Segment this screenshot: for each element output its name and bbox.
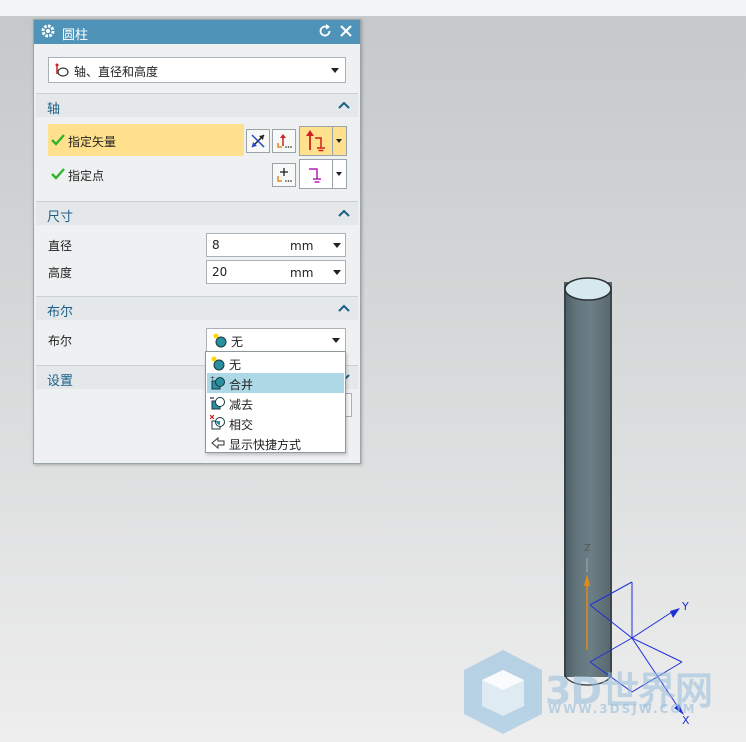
vector-dialog-button[interactable]	[272, 129, 296, 153]
point-type-split-button[interactable]	[299, 159, 347, 189]
boolean-label: 布尔	[48, 334, 73, 348]
cylinder-type-select[interactable]: 轴、直径和高度	[48, 57, 346, 83]
watermark-url: WWW.3DSJW.COM	[548, 702, 697, 716]
boolean-options-list[interactable]: 无 + 合并 减去 相交 显示快捷方式	[205, 351, 346, 453]
boolean-option-subtract[interactable]: 减去	[207, 393, 344, 413]
reverse-direction-icon	[251, 134, 265, 148]
watermark-logo-icon	[464, 650, 542, 734]
point-type-dropdown[interactable]	[332, 160, 346, 188]
height-field[interactable]: 20 mm	[206, 260, 346, 284]
specify-point-label: 指定点	[68, 169, 105, 183]
boolean-section-title: 布尔	[47, 305, 74, 320]
diameter-unit: mm	[290, 239, 314, 253]
boolean-option-none[interactable]: 无	[207, 353, 344, 373]
chevron-down-icon	[336, 172, 342, 176]
point-dialog-icon	[277, 168, 292, 182]
bool-none-icon	[211, 356, 225, 371]
height-value: 20	[212, 265, 228, 279]
z-axis-label: Z	[584, 543, 591, 554]
close-icon[interactable]	[338, 23, 354, 39]
point-type-main[interactable]	[300, 160, 332, 188]
vector-type-dropdown[interactable]	[332, 127, 346, 155]
bool-unite-icon: +	[210, 375, 225, 390]
chevron-down-icon[interactable]	[333, 270, 341, 275]
diameter-value: 8	[212, 238, 220, 252]
option-label: 减去	[229, 398, 254, 412]
point-type-icon	[309, 168, 321, 183]
settings-section-title: 设置	[47, 374, 74, 389]
chevron-down-icon	[331, 68, 339, 73]
boolean-selected-value: 无	[231, 335, 244, 349]
chevron-down-icon[interactable]	[333, 243, 341, 248]
boolean-select[interactable]: 无	[206, 328, 346, 352]
axis-section-title: 轴	[47, 102, 61, 117]
arrow-left-icon	[211, 436, 225, 450]
vector-type-main[interactable]	[300, 127, 332, 155]
chevron-down-icon	[336, 139, 342, 143]
check-icon	[51, 168, 65, 180]
reverse-direction-button[interactable]	[246, 129, 270, 153]
chevron-up-icon	[338, 304, 350, 312]
dimensions-section-header[interactable]: 尺寸	[36, 201, 358, 225]
top-toolbar-strip	[0, 0, 746, 17]
gear-icon	[41, 24, 55, 38]
option-label: 相交	[229, 418, 254, 432]
dimensions-section-title: 尺寸	[47, 210, 74, 225]
point-dialog-button[interactable]	[272, 163, 296, 187]
height-label: 高度	[48, 266, 73, 280]
boolean-option-show-shortcuts[interactable]: 显示快捷方式	[207, 433, 344, 453]
axis-diameter-height-icon	[55, 63, 69, 77]
chevron-up-icon	[338, 101, 350, 109]
specify-vector-label: 指定矢量	[68, 135, 117, 149]
boolean-section-header[interactable]: 布尔	[36, 296, 358, 320]
boolean-option-unite[interactable]: + 合并	[207, 373, 344, 393]
option-label: 显示快捷方式	[229, 438, 302, 452]
vector-type-split-button[interactable]	[299, 126, 347, 156]
reset-icon[interactable]	[317, 23, 333, 39]
option-label: 合并	[229, 378, 254, 392]
option-label: 无	[229, 358, 242, 372]
svg-text:+: +	[210, 375, 215, 382]
y-axis-label: Y	[682, 600, 689, 613]
bool-intersect-icon	[210, 415, 225, 430]
diameter-field[interactable]: 8 mm	[206, 233, 346, 257]
height-unit: mm	[290, 266, 314, 280]
axis-section-header[interactable]: 轴	[36, 93, 358, 117]
vector-dialog-icon	[277, 134, 292, 148]
chevron-up-icon	[338, 209, 350, 217]
vector-zc-icon	[306, 130, 325, 152]
bool-none-icon	[213, 333, 227, 348]
chevron-down-icon	[332, 338, 340, 343]
dialog-title: 圆柱	[62, 28, 89, 43]
boolean-option-intersect[interactable]: 相交	[207, 413, 344, 433]
check-icon	[51, 134, 65, 146]
diameter-label: 直径	[48, 239, 73, 253]
dialog-titlebar[interactable]: 圆柱	[34, 20, 360, 44]
cylinder-type-value: 轴、直径和高度	[74, 65, 159, 79]
bool-subtract-icon	[210, 397, 225, 410]
